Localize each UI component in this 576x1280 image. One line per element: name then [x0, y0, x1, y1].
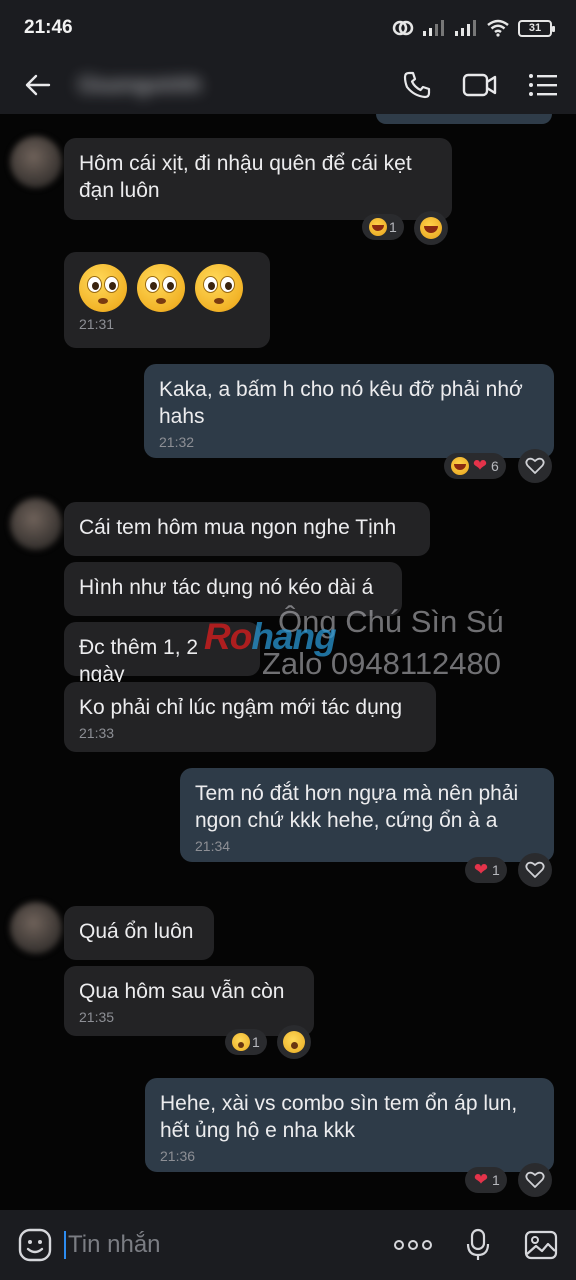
pleading-face-icon — [79, 264, 127, 312]
reaction-badge[interactable]: ❤ 1 — [465, 857, 507, 883]
watermark-zalo: Zalo 0948112480 — [262, 646, 502, 681]
more-button[interactable] — [394, 1239, 432, 1251]
contact-name[interactable]: Giuongvinhh — [78, 72, 202, 98]
status-icons: 31 — [392, 19, 555, 37]
message-text: Kaka, a bấm h cho nó kêu đỡ phải nhớ hah… — [159, 378, 523, 428]
link-icon — [392, 19, 414, 37]
chat-header: Giuongvinhh — [0, 56, 576, 114]
call-button[interactable] — [402, 70, 432, 100]
avatar[interactable] — [10, 136, 62, 188]
sticker-button[interactable] — [18, 1228, 52, 1262]
reaction-badge[interactable]: ❤ 6 — [444, 453, 506, 479]
message-text: Cái tem hôm mua ngon nghe Tịnh — [79, 516, 397, 539]
heart-outline-icon — [525, 1171, 545, 1188]
image-icon — [524, 1230, 558, 1260]
message-time: 21:33 — [79, 725, 115, 741]
message-time: 21:34 — [195, 838, 231, 854]
message-bubble[interactable]: Đc thêm 1, 2 ngày — [64, 622, 260, 686]
message-text: Hehe, xài vs combo sìn tem ổn áp lun, hế… — [160, 1092, 518, 1142]
message-text: Hình như tác dụng nó kéo dài á — [79, 576, 374, 599]
emoji-row — [79, 264, 255, 312]
heart-emoji-icon: ❤ — [472, 456, 488, 475]
message-time: 21:36 — [160, 1148, 196, 1164]
video-camera-icon — [462, 73, 497, 97]
react-button[interactable] — [414, 211, 448, 245]
input-actions — [394, 1228, 558, 1262]
pleading-face-icon — [137, 264, 185, 312]
like-button[interactable] — [518, 1163, 552, 1197]
message-text: Qua hôm sau vẫn còn — [79, 980, 285, 1003]
like-button[interactable] — [518, 853, 552, 887]
header-actions — [402, 70, 558, 100]
laugh-emoji-icon — [369, 218, 387, 236]
outgoing-message-bubble[interactable]: Hehe, xài vs combo sìn tem ổn áp lun, hế… — [145, 1078, 554, 1172]
phone-icon — [403, 71, 431, 99]
message-text: Đc thêm 1, 2 ngày — [79, 636, 199, 686]
reaction-badge[interactable]: 1 — [362, 214, 404, 240]
message-text-field[interactable] — [68, 1231, 338, 1259]
like-button[interactable] — [518, 449, 552, 483]
reaction-count: 1 — [492, 862, 500, 878]
reaction-count: 1 — [252, 1034, 260, 1050]
message-text: Hôm cái xịt, đi nhậu quên để cái kẹt đạn… — [79, 152, 412, 202]
laugh-emoji-icon — [420, 217, 442, 239]
avatar[interactable] — [10, 902, 62, 954]
pleading-face-icon — [195, 264, 243, 312]
wifi-icon — [486, 19, 510, 37]
reaction-count: 1 — [492, 1172, 500, 1188]
voice-button[interactable] — [466, 1228, 490, 1262]
list-menu-icon — [529, 74, 557, 96]
message-bubble[interactable]: Qua hôm sau vẫn còn 21:35 — [64, 966, 314, 1036]
reaction-badge[interactable]: 1 — [225, 1029, 267, 1055]
smiley-icon — [18, 1228, 52, 1262]
video-call-button[interactable] — [462, 72, 498, 98]
message-bubble[interactable]: Cái tem hôm mua ngon nghe Tịnh — [64, 502, 430, 556]
message-text: Ko phải chỉ lúc ngậm mới tác dụng — [79, 696, 403, 719]
heart-outline-icon — [525, 861, 545, 878]
laugh-emoji-icon — [451, 457, 469, 475]
text-caret — [64, 1231, 66, 1259]
emoji-message-bubble[interactable]: 21:31 — [64, 252, 270, 348]
react-button[interactable] — [277, 1025, 311, 1059]
watermark-logo-part2: hang — [251, 616, 336, 657]
message-bubble[interactable]: Hình như tác dụng nó kéo dài á — [64, 562, 402, 616]
status-time: 21:46 — [24, 17, 73, 38]
message-time: 21:32 — [159, 434, 195, 450]
message-bubble[interactable]: Hôm cái xịt, đi nhậu quên để cái kẹt đạn… — [64, 138, 452, 220]
signal-icon — [422, 19, 446, 37]
message-time: 21:31 — [79, 316, 115, 332]
message-bubble[interactable]: Quá ổn luôn — [64, 906, 214, 960]
message-bubble[interactable]: Ko phải chỉ lúc ngậm mới tác dụng 21:33 — [64, 682, 436, 752]
battery-icon: 31 — [518, 19, 555, 37]
outgoing-message-bubble[interactable]: Tem nó đắt hơn ngựa mà nên phải ngon chứ… — [180, 768, 554, 862]
message-input-bar — [0, 1210, 576, 1280]
wow-emoji-icon — [283, 1031, 305, 1053]
reaction-count: 1 — [389, 219, 397, 235]
outgoing-message-bubble[interactable]: Kaka, a bấm h cho nó kêu đỡ phải nhớ hah… — [144, 364, 554, 458]
heart-outline-icon — [525, 457, 545, 474]
avatar[interactable] — [10, 498, 62, 550]
reaction-badge[interactable]: ❤ 1 — [465, 1167, 507, 1193]
chat-area[interactable]: Hôm cái xịt, đi nhậu quên để cái kẹt đạn… — [0, 114, 576, 1210]
microphone-icon — [466, 1228, 490, 1260]
signal-icon-2 — [454, 19, 478, 37]
message-time: 21:35 — [79, 1009, 115, 1025]
menu-button[interactable] — [528, 72, 558, 98]
back-button[interactable] — [18, 65, 58, 105]
heart-emoji-icon: ❤ — [473, 1170, 489, 1189]
message-input[interactable] — [64, 1225, 354, 1265]
reaction-count: 6 — [491, 458, 499, 474]
arrow-left-icon — [25, 74, 51, 96]
wow-emoji-icon — [232, 1033, 250, 1051]
status-bar: 21:46 31 — [0, 0, 576, 56]
more-dots-icon — [394, 1240, 432, 1250]
message-text: Tem nó đắt hơn ngựa mà nên phải ngon chứ… — [195, 782, 519, 832]
image-button[interactable] — [524, 1230, 558, 1260]
message-text: Quá ổn luôn — [79, 920, 194, 943]
heart-emoji-icon: ❤ — [473, 860, 489, 879]
previous-message-bubble[interactable] — [376, 114, 552, 124]
